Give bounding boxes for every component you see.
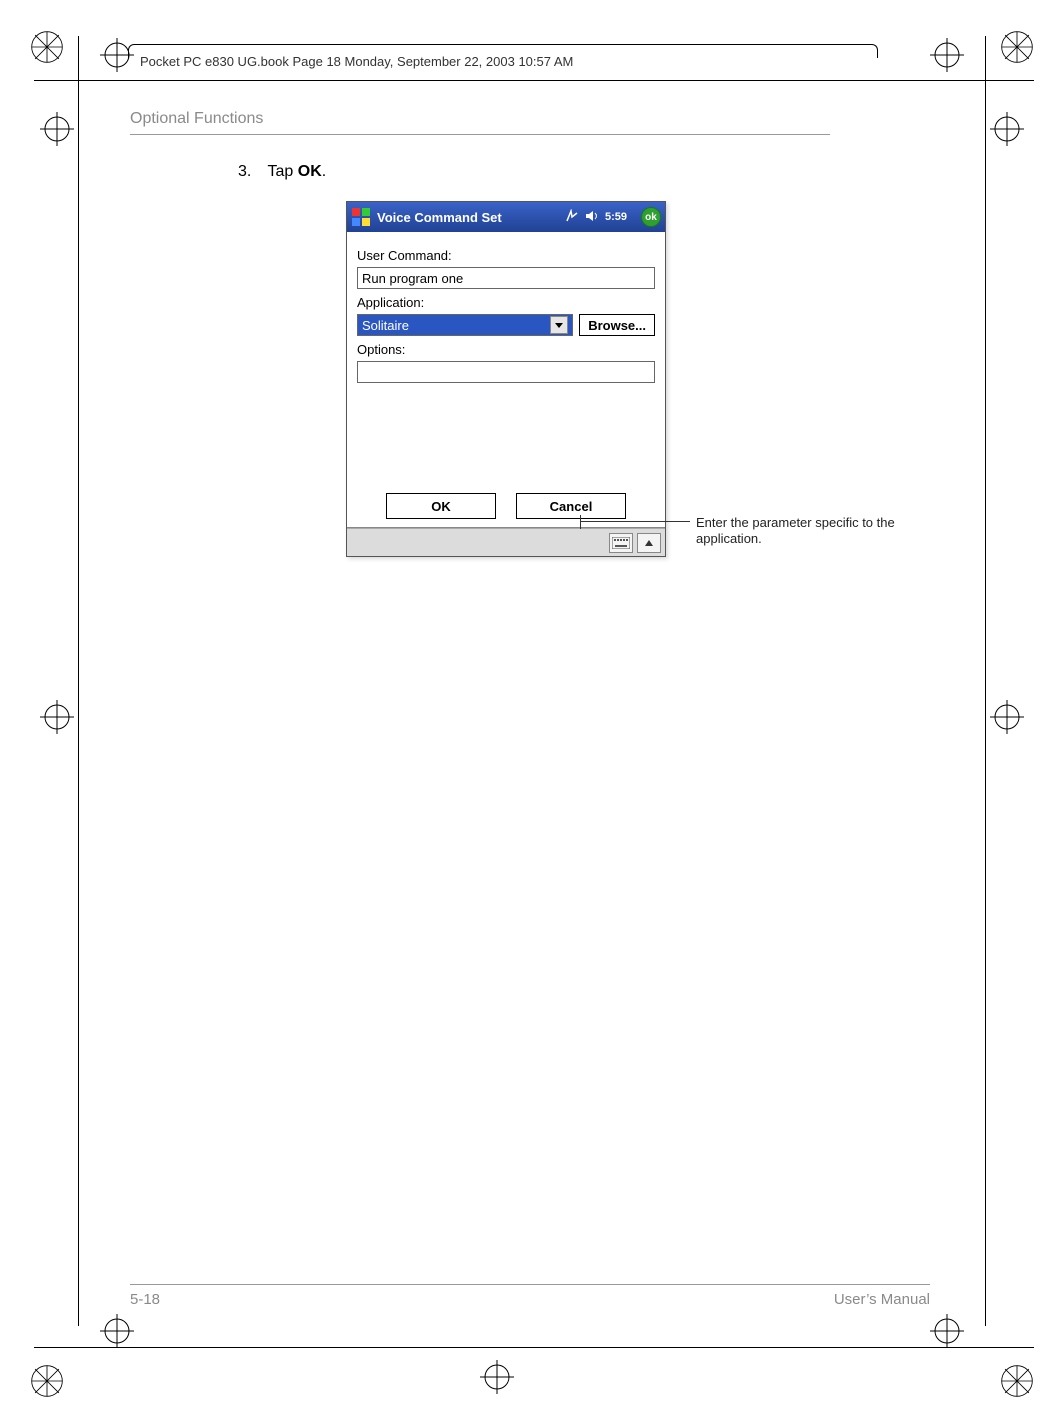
trim-line	[78, 36, 79, 1326]
registration-mark-icon	[1000, 30, 1034, 64]
user-command-input[interactable]	[357, 267, 655, 289]
ok-dialog-button[interactable]: OK	[386, 493, 496, 519]
callout-text: Enter the parameter specific to the appl…	[696, 515, 956, 546]
section-label: Optional Functions	[130, 110, 950, 128]
trim-line	[34, 1347, 1034, 1348]
titlebar-title: Voice Command Set	[377, 210, 559, 225]
connectivity-icon[interactable]	[565, 209, 579, 226]
trim-line	[985, 36, 986, 1326]
crosshair-icon	[990, 112, 1024, 146]
options-label: Options:	[357, 342, 655, 357]
book-header-text: Pocket PC e830 UG.book Page 18 Monday, S…	[140, 54, 573, 69]
clock-time: 5:59	[605, 211, 627, 223]
trim-line	[34, 80, 1034, 81]
options-callout: Enter the parameter specific to the appl…	[580, 515, 956, 546]
step-number: 3.	[238, 163, 251, 180]
ok-button[interactable]: ok	[641, 207, 661, 227]
crosshair-icon	[100, 1314, 134, 1348]
page-footer: 5-18 User’s Manual	[130, 1284, 930, 1308]
chevron-down-icon[interactable]	[550, 316, 568, 334]
crosshair-icon	[480, 1360, 514, 1394]
crosshair-icon	[990, 700, 1024, 734]
application-label: Application:	[357, 295, 655, 310]
options-input[interactable]	[357, 361, 655, 383]
footer-right: User’s Manual	[834, 1291, 930, 1308]
application-select-value: Solitaire	[362, 318, 409, 333]
step-3-text: 3. Tap OK.	[238, 163, 950, 181]
callout-leader-line	[580, 521, 690, 529]
step-suffix: .	[322, 163, 326, 180]
section-rule	[130, 134, 830, 135]
step-bold: OK	[298, 163, 322, 180]
step-prefix: Tap	[268, 163, 298, 180]
windows-logo-icon[interactable]	[351, 207, 371, 227]
crosshair-icon	[40, 700, 74, 734]
user-command-label: User Command:	[357, 248, 655, 263]
registration-mark-icon	[30, 30, 64, 64]
application-select[interactable]: Solitaire	[357, 314, 573, 336]
pocketpc-screenshot: Voice Command Set 5:59 ok User Command: …	[346, 201, 666, 557]
registration-mark-icon	[1000, 1364, 1034, 1398]
volume-icon[interactable]	[585, 209, 599, 226]
browse-button[interactable]: Browse...	[579, 314, 655, 336]
titlebar: Voice Command Set 5:59 ok	[347, 202, 665, 232]
crosshair-icon	[930, 1314, 964, 1348]
crosshair-icon	[40, 112, 74, 146]
crosshair-icon	[930, 38, 964, 72]
registration-mark-icon	[30, 1364, 64, 1398]
page-number: 5-18	[130, 1291, 160, 1308]
